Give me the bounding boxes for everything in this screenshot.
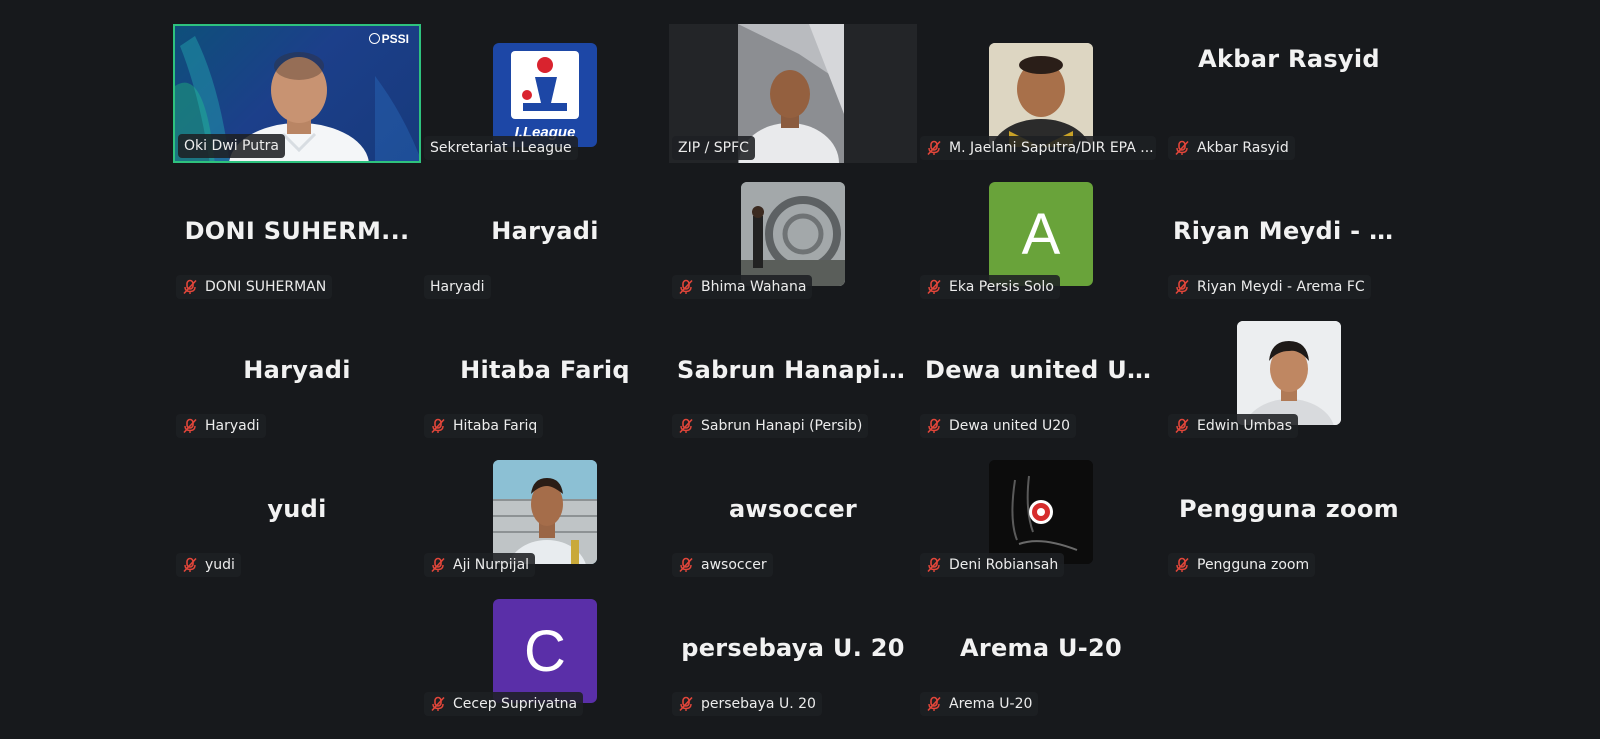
participant-tile-eka-persis-solo[interactable]: A Eka Persis Solo (917, 163, 1165, 302)
participant-name-label: Cecep Supriyatna (424, 692, 584, 716)
participant-tile-edwin-umbas[interactable]: Edwin Umbas (1165, 302, 1413, 441)
participant-tile-pengguna-zoom[interactable]: Pengguna zoom Pengguna zoom (1165, 441, 1413, 580)
presenter-org-badge: PSSI (368, 32, 409, 46)
participant-name-label: Haryadi (424, 275, 491, 299)
participant-tile-bhima-wahana[interactable]: Bhima Wahana (669, 163, 917, 302)
participant-tile-hitaba-fariq[interactable]: Hitaba Fariq Hitaba Fariq (421, 302, 669, 441)
microphone-muted-icon (1175, 418, 1189, 434)
participant-tile-awsoccer[interactable]: awsoccer awsoccer (669, 441, 917, 580)
participant-name-label: Aji Nurpijal (424, 553, 536, 577)
participant-tile-sekretariat-ileague[interactable]: I.League Sekretariat I.League (421, 24, 669, 163)
microphone-muted-icon (679, 418, 693, 434)
microphone-muted-icon (431, 696, 445, 712)
microphone-muted-icon (1175, 557, 1189, 573)
microphone-muted-icon (927, 557, 941, 573)
participant-name-label: Dewa united U20 (920, 414, 1077, 438)
participant-tile-haryadi[interactable]: Haryadi Haryadi (421, 163, 669, 302)
microphone-muted-icon (1175, 140, 1189, 156)
participant-tile-cecep-supriyatna[interactable]: C Cecep Supriyatna (421, 580, 669, 719)
profile-photo-avatar (741, 182, 845, 286)
participant-name-label: awsoccer (672, 553, 773, 577)
profile-photo-avatar (989, 460, 1093, 564)
participant-name-label: ZIP / SPFC (672, 136, 755, 160)
participant-name-label: DONI SUHERMAN (176, 275, 333, 299)
microphone-muted-icon (183, 418, 197, 434)
participant-tile-oki-dwi-putra[interactable]: PSSI Oki Dwi Putra (173, 24, 421, 163)
microphone-muted-icon (431, 418, 445, 434)
participant-name-label: Arema U-20 (920, 692, 1039, 716)
microphone-muted-icon (927, 279, 941, 295)
participant-name-label: Bhima Wahana (672, 275, 813, 299)
participant-tile-arema-u20[interactable]: Arema U-20 Arema U-20 (917, 580, 1165, 719)
participant-tile-yudi[interactable]: yudi yudi (173, 441, 421, 580)
participant-name-label: persebaya U. 20 (672, 692, 822, 716)
profile-photo-avatar (493, 460, 597, 564)
participant-name-label: M. Jaelani Saputra/DIR EPA ... (920, 136, 1156, 160)
microphone-muted-icon (679, 279, 693, 295)
participant-tile-doni-suherman[interactable]: DONI SUHERM... DONI SUHERMAN (173, 163, 421, 302)
microphone-muted-icon (679, 557, 693, 573)
participant-name-label: yudi (176, 553, 241, 577)
microphone-muted-icon (679, 696, 693, 712)
participant-tile-haryadi-2[interactable]: Haryadi Haryadi (173, 302, 421, 441)
microphone-muted-icon (927, 418, 941, 434)
participant-tile-zip-spfc[interactable]: ZIP / SPFC (669, 24, 917, 163)
pssi-logo-icon (368, 33, 380, 44)
participant-name-label: Edwin Umbas (1168, 414, 1299, 438)
participant-tile-persebaya-u20[interactable]: persebaya U. 20 persebaya U. 20 (669, 580, 917, 719)
participant-tile-m-jaelani-saputra[interactable]: M. Jaelani Saputra/DIR EPA ... (917, 24, 1165, 163)
participant-display-name: Akbar Rasyid (1198, 44, 1380, 73)
participant-tile-sabrun-hanapi[interactable]: Sabrun Hanapi... Sabrun Hanapi (Persib) (669, 302, 917, 441)
participant-name-label: Oki Dwi Putra (178, 134, 285, 158)
participant-name-label: Pengguna zoom (1168, 553, 1316, 577)
microphone-muted-icon (183, 279, 197, 295)
ileague-logo-avatar: I.League (493, 43, 597, 147)
microphone-muted-icon (927, 696, 941, 712)
microphone-muted-icon (1175, 279, 1189, 295)
microphone-muted-icon (431, 557, 445, 573)
letter-avatar: C (493, 599, 597, 703)
participant-name-label: Akbar Rasyid (1168, 136, 1295, 160)
participant-name-label: Sabrun Hanapi (Persib) (672, 414, 869, 438)
participant-tile-aji-nurpijal[interactable]: Aji Nurpijal (421, 441, 669, 580)
participant-tile-deni-robiansah[interactable]: Deni Robiansah (917, 441, 1165, 580)
participant-name-label: Riyan Meydi - Arema FC (1168, 275, 1371, 299)
participant-name-label: Eka Persis Solo (920, 275, 1060, 299)
participant-name-label: Hitaba Fariq (424, 414, 544, 438)
participant-name-label: Haryadi (176, 414, 266, 438)
profile-photo-avatar (1237, 321, 1341, 425)
profile-photo-avatar (989, 43, 1093, 147)
participant-name-label: Deni Robiansah (920, 553, 1065, 577)
participant-name-label: Sekretariat I.League (424, 136, 578, 160)
microphone-muted-icon (183, 557, 197, 573)
microphone-muted-icon (927, 140, 941, 156)
participant-tile-dewa-united-u20[interactable]: Dewa united U20 Dewa united U20 (917, 302, 1165, 441)
letter-avatar: A (989, 182, 1093, 286)
participant-tile-riyan-meydi[interactable]: Riyan Meydi - A... Riyan Meydi - Arema F… (1165, 163, 1413, 302)
participant-tile-akbar-rasyid[interactable]: Akbar Rasyid Akbar Rasyid (1165, 24, 1413, 163)
